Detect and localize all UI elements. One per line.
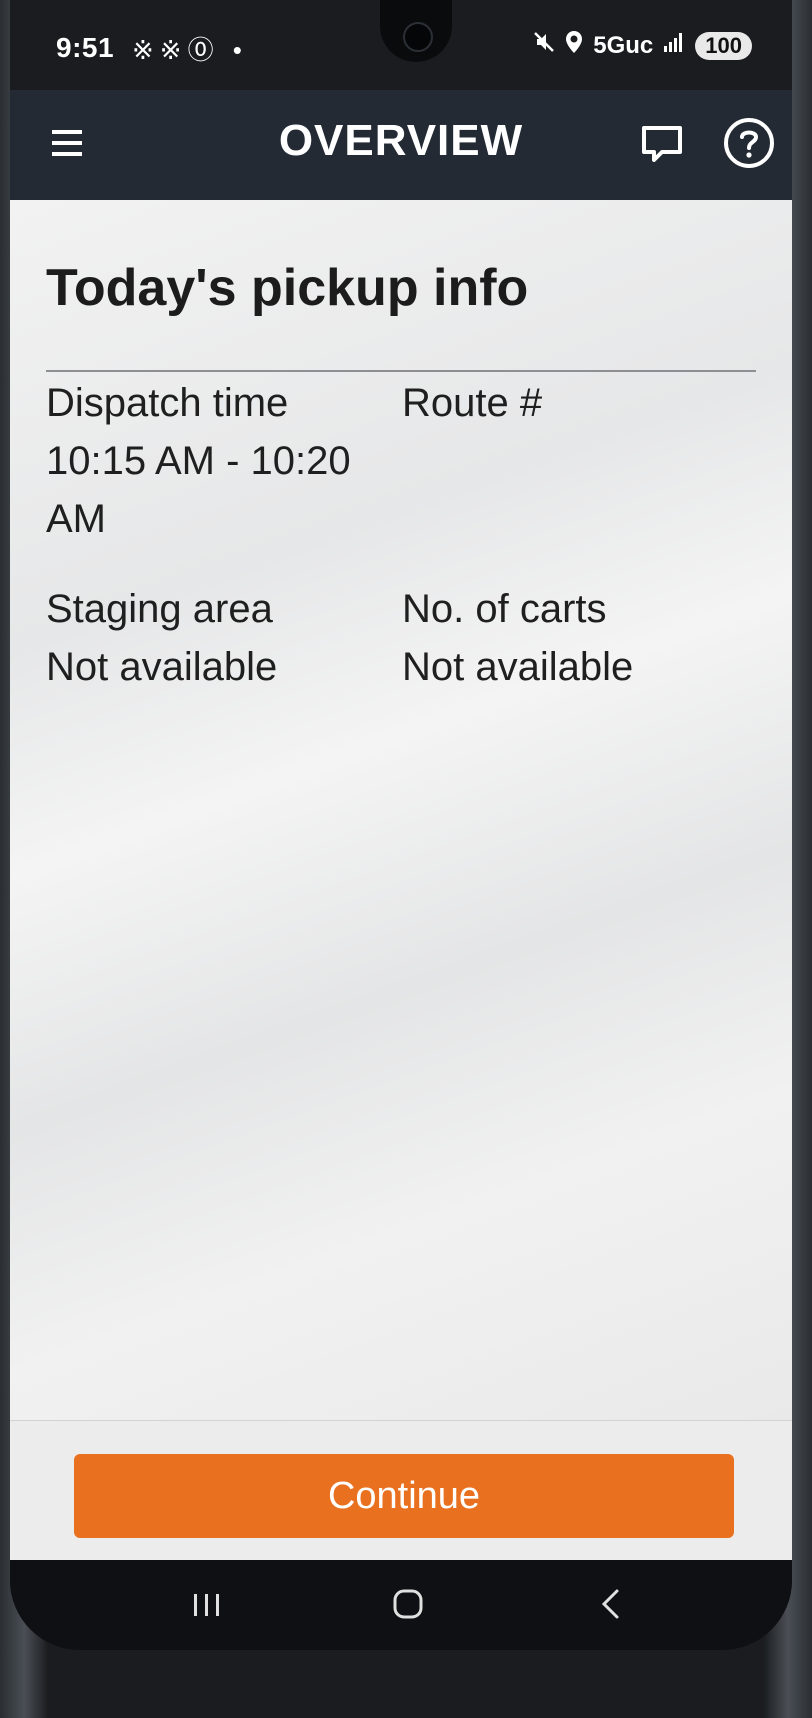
- continue-button[interactable]: Continue: [74, 1454, 734, 1538]
- bottom-action-area: Continue: [10, 1420, 792, 1561]
- mute-icon: [533, 31, 555, 60]
- system-nav-bar: [10, 1560, 792, 1650]
- dispatch-time-field: Dispatch time 10:15 AM - 10:20 AM: [46, 374, 366, 548]
- help-icon[interactable]: [722, 116, 776, 170]
- app-bar: OVERVIEW: [10, 90, 792, 200]
- screen: 9:51 ※※⓪ • 5Guc 100 OVERVIEW Today's pic…: [10, 0, 792, 1650]
- carts-label: No. of carts: [402, 587, 607, 631]
- status-time: 9:51: [56, 32, 115, 63]
- staging-area-label: Staging area: [46, 587, 273, 631]
- device-frame: 9:51 ※※⓪ • 5Guc 100 OVERVIEW Today's pic…: [0, 0, 812, 1718]
- notification-icons: ※※⓪ •: [132, 35, 248, 65]
- route-label: Route #: [402, 381, 543, 425]
- carts-value: Not available: [402, 645, 634, 689]
- staging-area-field: Staging area Not available: [46, 580, 366, 696]
- dispatch-time-value: 10:15 AM - 10:20 AM: [46, 439, 351, 541]
- chat-icon[interactable]: [638, 120, 686, 168]
- dispatch-time-label: Dispatch time: [46, 381, 289, 425]
- back-icon[interactable]: [595, 1586, 625, 1622]
- network-label: 5Guc: [593, 31, 654, 59]
- location-icon: [565, 30, 583, 61]
- carts-field: No. of carts Not available: [402, 580, 722, 696]
- battery-badge: 100: [695, 31, 752, 60]
- page-title: Today's pickup info: [46, 259, 529, 317]
- pickup-info-panel: Today's pickup info Dispatch time 10:15 …: [10, 200, 792, 1420]
- recents-icon[interactable]: [190, 1590, 224, 1620]
- status-bar: 9:51 ※※⓪ • 5Guc 100: [10, 0, 792, 90]
- front-camera: [403, 22, 433, 52]
- route-field: Route #: [402, 374, 722, 432]
- signal-icon: [663, 31, 685, 60]
- home-icon[interactable]: [390, 1586, 426, 1622]
- status-right-group: 5Guc 100: [533, 30, 752, 61]
- divider: [46, 370, 756, 372]
- staging-area-value: Not available: [46, 645, 278, 689]
